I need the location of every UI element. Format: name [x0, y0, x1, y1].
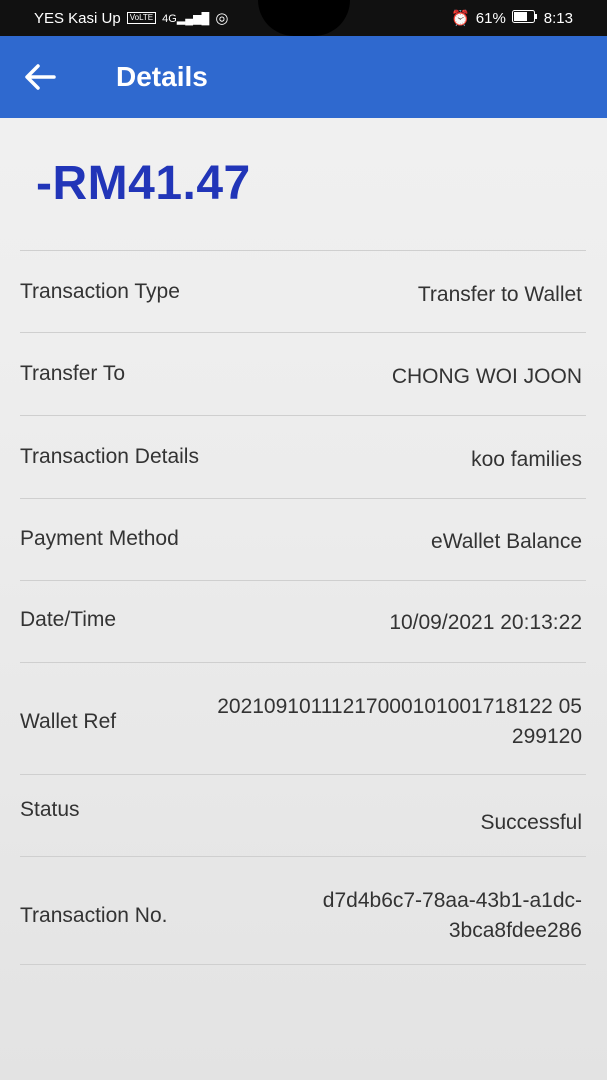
- alarm-icon: ⏰: [451, 10, 470, 27]
- hotspot-icon: ◎: [215, 10, 229, 27]
- back-button[interactable]: [0, 36, 80, 118]
- row-label: Transfer To: [20, 362, 126, 385]
- battery-percent: 61%: [475, 9, 506, 27]
- detail-row-payment-method: Payment Method eWallet Balance: [20, 527, 582, 557]
- row-label: Transaction No.: [20, 904, 168, 927]
- status-left: YES Kasi Up VoLTE 4G▂▄▆█ ◎: [34, 9, 229, 28]
- divider: [20, 250, 586, 251]
- detail-row-date-time: Date/Time 10/09/2021 20:13:22: [20, 608, 582, 638]
- network-type: 4G: [162, 12, 177, 25]
- arrow-left-icon: [25, 64, 56, 90]
- row-label: Date/Time: [20, 608, 117, 631]
- divider: [20, 964, 586, 965]
- row-value: d7d4b6c7-78aa-43b1-a1dc- 3bca8fdee286: [322, 889, 582, 942]
- transaction-amount: -RM41.47: [36, 157, 251, 210]
- row-value: CHONG WOI JOON: [391, 365, 582, 388]
- detail-row-transfer-to: Transfer To CHONG WOI JOON: [20, 362, 582, 392]
- divider: [20, 332, 586, 333]
- detail-row-transaction-no: Transaction No. d7d4b6c7-78aa-43b1-a1dc-…: [20, 886, 582, 946]
- row-label: Wallet Ref: [20, 710, 117, 733]
- row-value: Transfer to Wallet: [417, 283, 582, 306]
- signal-icon: 4G▂▄▆█: [162, 12, 210, 25]
- volte-badge: VoLTE: [126, 12, 157, 24]
- divider: [20, 662, 586, 663]
- detail-row-transaction-details: Transaction Details koo families: [20, 445, 582, 475]
- app-bar: Details: [0, 36, 607, 118]
- divider: [20, 415, 586, 416]
- row-value: koo families: [471, 448, 582, 471]
- divider: [20, 580, 586, 581]
- row-label: Transaction Details: [20, 445, 199, 468]
- row-label: Payment Method: [20, 527, 179, 550]
- detail-row-wallet-ref: Wallet Ref 20210910111217000101001718122…: [20, 692, 582, 752]
- battery-icon: [511, 9, 538, 27]
- row-value: 10/09/2021 20:13:22: [389, 611, 582, 634]
- detail-row-status: Status Successful: [20, 798, 582, 838]
- carrier-name: YES Kasi Up: [34, 9, 121, 27]
- status-right: ⏰ 61% 8:13: [451, 9, 573, 27]
- row-value: 20210910111217000101001718122 05 299120: [217, 695, 582, 748]
- row-value: Successful: [480, 811, 582, 834]
- page-title: Details: [116, 61, 208, 92]
- divider: [20, 774, 586, 775]
- row-label: Transaction Type: [20, 280, 180, 303]
- clock: 8:13: [543, 9, 573, 27]
- divider: [20, 856, 586, 857]
- transaction-details: -RM41.47 Transaction Type Transfer to Wa…: [0, 118, 607, 1080]
- row-label: Status: [20, 798, 80, 821]
- divider: [20, 498, 586, 499]
- row-value: eWallet Balance: [431, 530, 582, 553]
- detail-row-transaction-type: Transaction Type Transfer to Wallet: [20, 280, 582, 310]
